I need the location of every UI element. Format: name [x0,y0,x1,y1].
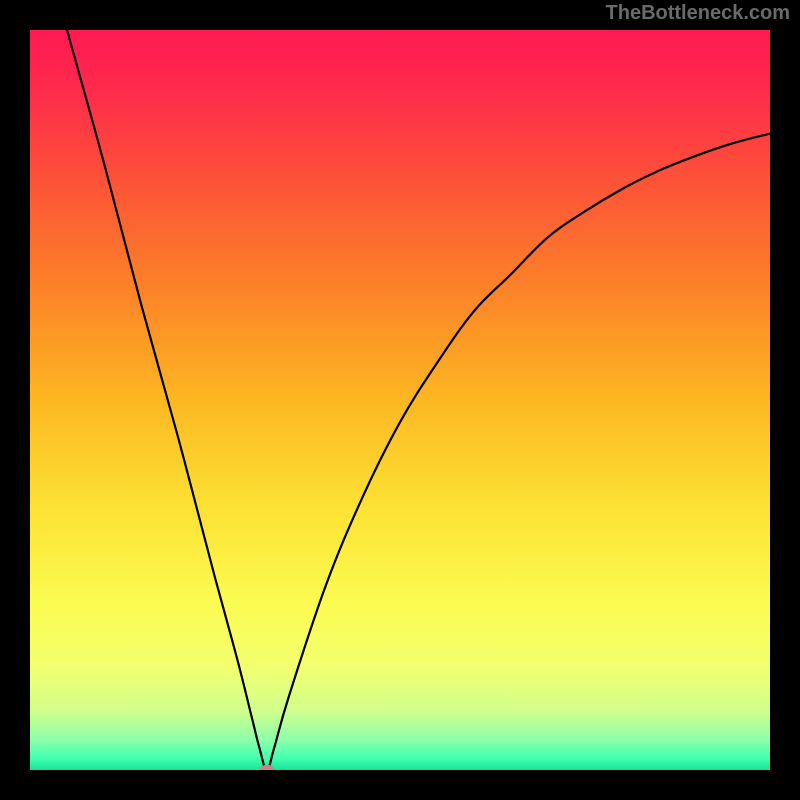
minimum-marker [260,765,274,770]
bottleneck-curve [30,30,770,770]
watermark-text: TheBottleneck.com [606,2,790,25]
chart-container: TheBottleneck.com [0,0,800,800]
plot-area [30,30,770,770]
